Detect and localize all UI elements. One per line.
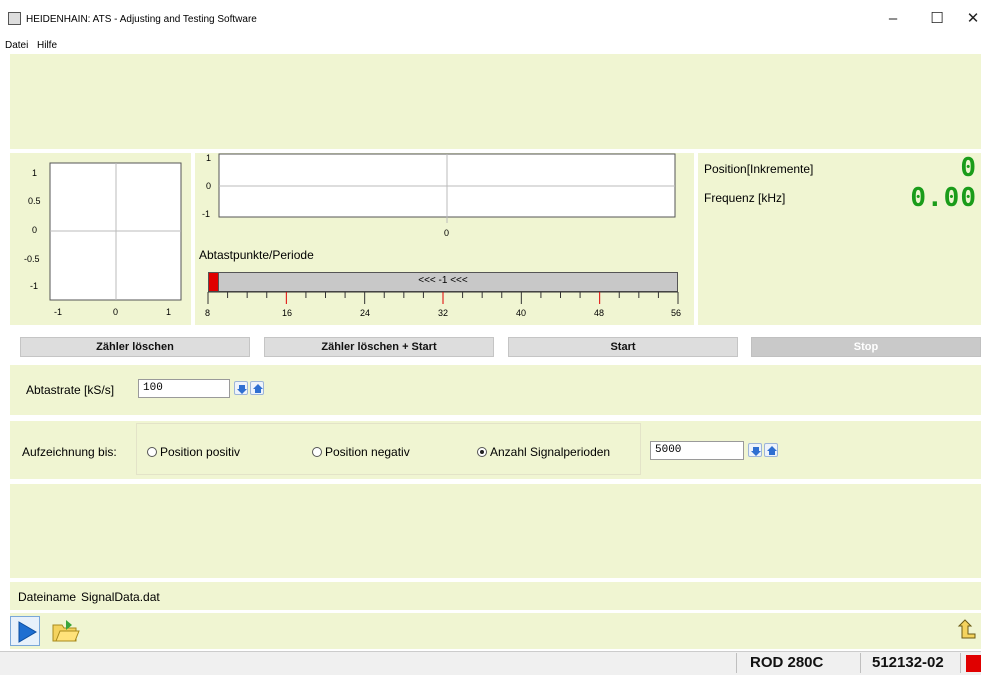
frequency-value: 0.00 [910,183,977,213]
device-name: ROD 280C [750,654,824,671]
signal-ytick: 1 [206,153,211,163]
open-folder-button[interactable] [50,616,80,646]
period-label: Abtastpunkte/Periode [199,248,314,262]
period-bar-text: <<< -1 <<< [418,275,468,286]
connection-status-icon [966,655,981,672]
period-tick: 56 [671,308,681,318]
folder-open-icon [52,620,80,642]
file-label: Dateiname [18,590,77,604]
lissajous-xtick: 1 [166,307,171,317]
minimize-button[interactable]: – [878,8,908,30]
lissajous-xtick: -1 [54,307,62,317]
clear-and-start-button[interactable]: Zähler löschen + Start [264,337,494,357]
status-separator [736,653,737,673]
position-label: Position[Inkremente] [704,162,814,176]
signal-ytick: -1 [202,209,210,219]
app-icon [8,12,21,25]
signal-xtick: 0 [444,228,449,238]
recording-panel: Aufzeichnung bis: Position positiv Posit… [10,421,981,479]
sampling-panel: Abtastrate [kS/s] 100 [10,365,981,415]
stop-button[interactable]: Stop [751,337,981,357]
status-bar [0,651,981,675]
radio-label: Position positiv [160,445,241,459]
lissajous-ytick: -1 [30,281,38,291]
start-button[interactable]: Start [508,337,738,357]
lissajous-ytick: 0 [32,225,37,235]
menu-datei[interactable]: Datei [5,40,28,51]
arrow-down-icon [237,385,247,394]
lissajous-panel: 1 0.5 0 -0.5 -1 -1 0 1 [10,153,191,325]
recording-down-button[interactable] [748,443,762,457]
recording-count-input[interactable]: 5000 [650,441,744,460]
play-icon [18,621,37,643]
frequency-label: Frequenz [kHz] [704,191,786,205]
radio-position-negativ[interactable] [312,447,322,457]
period-scale: 8 16 24 32 40 48 56 [205,291,681,318]
arrow-down-icon [751,447,761,456]
device-id: 512132-02 [872,654,944,671]
recording-up-button[interactable] [764,443,778,457]
period-tick: 16 [282,308,292,318]
window-title: HEIDENHAIN: ATS - Adjusting and Testing … [26,14,257,25]
clear-counter-button[interactable]: Zähler löschen [20,337,250,357]
empty-panel [10,484,981,578]
arrow-up-icon [253,384,263,393]
period-tick: 24 [360,308,370,318]
toolbar-panel [10,613,981,649]
radio-label: Anzahl Signalperioden [490,445,611,459]
readout-panel: Position[Inkremente] 0 Frequenz [kHz] 0.… [698,153,981,325]
signal-panel: 1 0 -1 0 Abtastpunkte/Periode <<< -1 <<<… [195,153,694,325]
period-tick: 32 [438,308,448,318]
sampling-input[interactable]: 100 [138,379,230,398]
radio-label: Position negativ [325,445,410,459]
radio-anzahl-signalperioden[interactable] [477,447,487,457]
position-value: 0 [960,153,977,183]
top-panel [10,54,981,149]
file-panel: Dateiname SignalData.dat [10,582,981,610]
lissajous-ytick: -0.5 [24,254,40,264]
period-tick: 40 [516,308,526,318]
lissajous-plot: 1 0.5 0 -0.5 -1 -1 0 1 [24,162,182,317]
arrow-up-icon [767,446,777,455]
period-tick: 48 [594,308,604,318]
radio-position-positiv[interactable] [147,447,157,457]
exit-arrow-icon [957,619,976,639]
recording-label: Aufzeichnung bis: [22,445,117,459]
status-separator [860,653,861,673]
lissajous-ytick: 1 [32,168,37,178]
menu-bar [0,36,981,54]
sampling-up-button[interactable] [250,381,264,395]
play-button[interactable] [10,616,40,646]
sampling-label: Abtastrate [kS/s] [26,383,115,397]
lissajous-xtick: 0 [113,307,118,317]
maximize-button[interactable]: ☐ [922,8,952,30]
status-separator [960,653,961,673]
close-button[interactable]: ✕ [958,8,981,30]
file-name: SignalData.dat [81,590,160,604]
period-tick: 8 [205,308,210,318]
exit-button[interactable] [957,618,981,644]
signal-ytick: 0 [206,181,211,191]
lissajous-ytick: 0.5 [28,196,41,206]
menu-hilfe[interactable]: Hilfe [37,40,57,51]
sampling-down-button[interactable] [234,381,248,395]
